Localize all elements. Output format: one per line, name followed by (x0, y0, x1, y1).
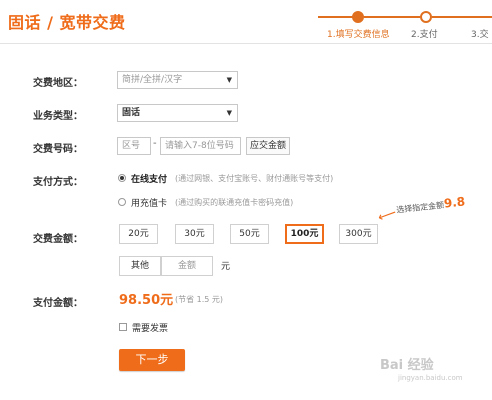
other-amount-input[interactable]: 金额 (161, 256, 213, 276)
next-button[interactable]: 下一步 (119, 349, 185, 371)
query-amount-button[interactable]: 应交金额 (246, 137, 290, 155)
watermark-url: jingyan.baidu.com (398, 374, 463, 382)
business-type-label: 业务类型： (33, 111, 83, 122)
amount-option-50[interactable]: 50元 (230, 224, 269, 244)
area-code-input[interactable]: 区号 (117, 137, 151, 155)
card-pay-label[interactable]: 用充值卡 (131, 196, 167, 209)
amount-option-20[interactable]: 20元 (119, 224, 158, 244)
card-pay-desc: (通过购买的联通充值卡密码充值) (175, 198, 294, 207)
phone-number-placeholder: 请输入7-8位号码 (165, 141, 234, 151)
step-3-label: 3.交 (471, 30, 489, 40)
invoice-label[interactable]: 需要发票 (132, 321, 168, 334)
other-amount-button[interactable]: 其他 (119, 256, 161, 276)
step-2-label: 2.支付 (411, 30, 438, 40)
amount-option-300[interactable]: 300元 (339, 224, 378, 244)
annotation-text: 选择指定金额 (395, 200, 445, 215)
step-line-2 (364, 16, 420, 18)
online-pay-radio[interactable] (118, 174, 126, 182)
title-divider (0, 43, 492, 44)
watermark-logo: Bai 经验 (380, 358, 434, 373)
save-note: (节省 1.5 元) (175, 295, 224, 304)
step-2-dot (420, 11, 432, 23)
online-pay-label[interactable]: 在线支付 (131, 172, 167, 185)
amount-label: 交费金额： (33, 234, 83, 245)
business-type-select[interactable]: 固话 ▼ (117, 104, 238, 122)
amount-unit: 元 (221, 262, 231, 272)
chevron-down-icon: ▼ (226, 109, 232, 117)
page-title: 固话 / 宽带交费 (8, 13, 126, 32)
number-label: 交费号码： (33, 144, 83, 155)
pay-amount-value: 98.50元 (119, 293, 174, 308)
amount-option-30[interactable]: 30元 (175, 224, 214, 244)
region-label: 交费地区： (33, 78, 83, 89)
business-type-value: 固话 (122, 108, 141, 118)
annotation-number: 9.8 (443, 194, 466, 211)
card-pay-radio[interactable] (118, 198, 126, 206)
step-line-3 (432, 16, 492, 18)
pay-amount-label: 支付金额： (33, 298, 83, 309)
number-separator: - (153, 138, 157, 149)
online-pay-desc: (通过网银、支付宝账号、财付通账号等支付) (175, 174, 334, 183)
payment-method-label: 支付方式： (33, 177, 83, 188)
region-select[interactable]: 简拼/全拼/汉字 ▼ (117, 71, 238, 89)
annotation-note: 选择指定金额9.8 (395, 194, 466, 215)
step-1-label: 1.填写交费信息 (327, 30, 390, 40)
amount-option-100[interactable]: 100元 (285, 224, 324, 244)
step-1-dot (352, 11, 364, 23)
region-placeholder: 简拼/全拼/汉字 (122, 75, 183, 85)
area-code-placeholder: 区号 (122, 141, 141, 151)
invoice-checkbox[interactable] (119, 323, 127, 331)
chevron-down-icon: ▼ (226, 76, 232, 84)
phone-number-input[interactable]: 请输入7-8位号码 (160, 137, 241, 155)
